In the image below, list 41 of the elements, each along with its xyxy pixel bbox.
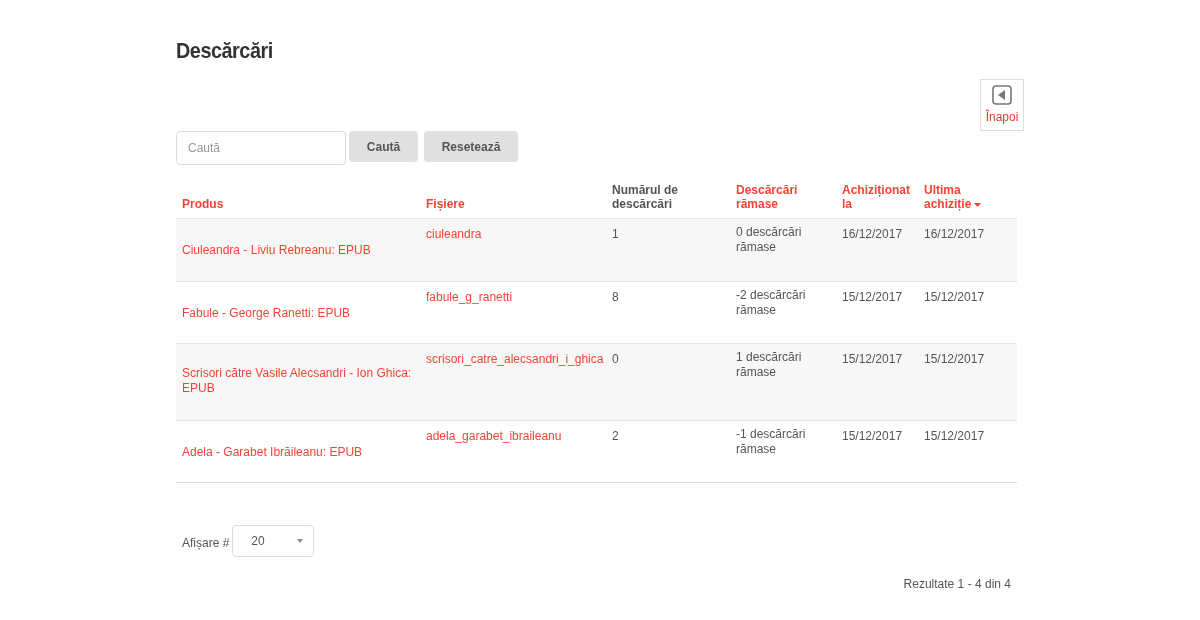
back-button[interactable]: Înapoi [980, 79, 1024, 131]
file-link[interactable]: ciuleandra [426, 227, 482, 242]
results-count: Rezultate 1 - 4 din 4 [903, 576, 1011, 593]
file-link[interactable]: scrisori_catre_alecsandri_i_ghica [426, 352, 604, 367]
file-link[interactable]: adela_garabet_ibraileanu [426, 429, 562, 444]
table-cell: 15/12/2017 [924, 290, 985, 305]
table-cell: 15/12/2017 [924, 352, 985, 367]
column-header[interactable]: Produs [182, 197, 224, 211]
sort-caret-icon [974, 202, 982, 207]
table-cell: 15/12/2017 [842, 352, 903, 367]
column-header[interactable]: Descărcări rămase [736, 183, 830, 211]
page-title: Descărcări [176, 37, 273, 65]
table-cell: 1 [612, 227, 619, 242]
product-link[interactable]: Fabule - George Ranetti: EPUB [182, 306, 351, 321]
search-field[interactable]: Caută [176, 131, 346, 165]
product-link[interactable]: Scrisori către Vasile Alecsandri - Ion Ghica: EPUB [182, 366, 414, 396]
file-link[interactable]: fabule_g_ranetti [426, 290, 513, 305]
table-cell: 8 [612, 290, 619, 305]
table-cell-text: -1 descărcări rămase [736, 427, 807, 457]
table-cell: 0 [612, 352, 619, 367]
table-cell: 16/12/2017 [924, 227, 985, 242]
back-icon [992, 84, 1012, 105]
column-header[interactable]: Achiziționat la [842, 183, 912, 211]
page-size-select[interactable]: 20 [232, 525, 315, 557]
page-size-label: Afișare # [182, 535, 230, 552]
column-header[interactable]: Ultima achiziție [924, 183, 1011, 211]
table-cell-text: -2 descărcări rămase [736, 288, 807, 318]
product-link[interactable]: Adela - Garabet Ibrăileanu: EPUB [182, 445, 363, 460]
table-cell: 15/12/2017 [924, 429, 985, 444]
table-cell: 16/12/2017 [842, 227, 903, 242]
search-button[interactable]: Caută [349, 131, 418, 162]
reset-button[interactable]: Resetează [424, 131, 518, 162]
column-header[interactable]: Fișiere [426, 197, 465, 211]
table-cell-text: 1 descărcări rămase [736, 350, 803, 380]
table-cell: 2 [612, 429, 619, 444]
table-cell-text: 0 descărcări rămase [736, 225, 803, 255]
table-cell: 15/12/2017 [842, 429, 903, 444]
dropdown-caret-icon [297, 539, 304, 543]
table-cell: 15/12/2017 [842, 290, 903, 305]
product-link[interactable]: Ciuleandra - Liviu Rebreanu: EPUB [182, 243, 371, 258]
column-header: Numărul de descărcări [612, 183, 679, 211]
